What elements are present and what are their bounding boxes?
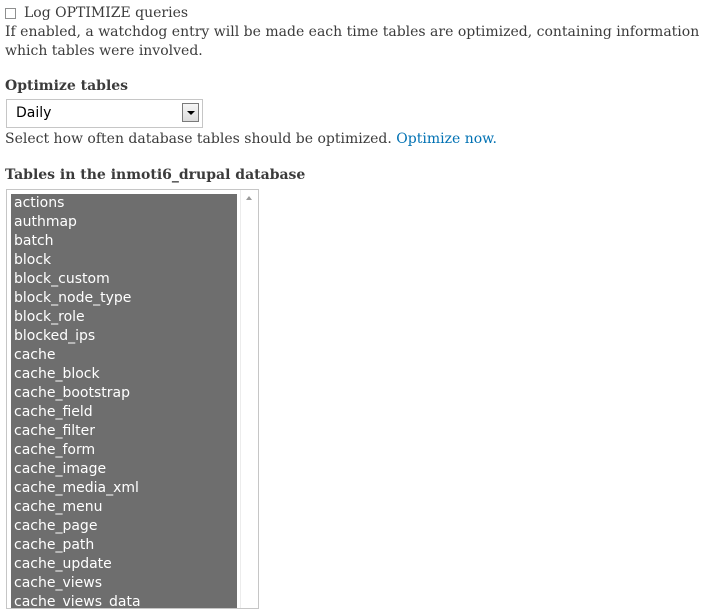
table-option[interactable]: cache_views_data <box>11 593 237 608</box>
table-option[interactable]: cache_menu <box>11 498 237 517</box>
log-queries-label[interactable]: Log OPTIMIZE queries <box>24 5 188 21</box>
table-option[interactable]: blocked_ips <box>11 327 237 346</box>
optimize-description: Select how often database tables should … <box>5 131 497 147</box>
table-option[interactable]: cache_views <box>11 574 237 593</box>
tables-options: actions authmap batch block block_custom bloc… <box>11 194 237 608</box>
table-option[interactable]: cache_update <box>11 555 237 574</box>
table-option[interactable]: cache_page <box>11 517 237 536</box>
scroll-up-icon[interactable] <box>246 196 252 200</box>
table-option[interactable]: block_role <box>11 308 237 327</box>
table-option[interactable]: cache_field <box>11 403 237 422</box>
table-option[interactable]: block_node_type <box>11 289 237 308</box>
optimize-frequency-value: Daily <box>16 105 52 121</box>
table-option[interactable]: cache_bootstrap <box>11 384 237 403</box>
table-option[interactable]: cache_form <box>11 441 237 460</box>
table-option[interactable]: cache_block <box>11 365 237 384</box>
table-option[interactable]: actions <box>11 194 237 213</box>
dropdown-arrow-icon[interactable] <box>182 103 199 122</box>
table-option[interactable]: cache <box>11 346 237 365</box>
tables-heading: Tables in the inmoti6_drupal database <box>5 167 306 183</box>
table-option[interactable]: block <box>11 251 237 270</box>
listbox-scrollbar[interactable] <box>240 190 258 608</box>
optimize-frequency-select[interactable]: Daily <box>6 99 203 128</box>
table-option[interactable]: cache_filter <box>11 422 237 441</box>
log-queries-checkbox[interactable] <box>5 7 16 19</box>
table-option[interactable]: authmap <box>11 213 237 232</box>
table-option[interactable]: cache_path <box>11 536 237 555</box>
log-queries-description: If enabled, a watchdog entry will be mad… <box>5 24 700 59</box>
log-queries-row: Log OPTIMIZE queries <box>5 4 188 22</box>
optimize-now-link[interactable]: Optimize now. <box>396 131 497 147</box>
table-option[interactable]: block_custom <box>11 270 237 289</box>
table-option[interactable]: batch <box>11 232 237 251</box>
table-option[interactable]: cache_media_xml <box>11 479 237 498</box>
table-option[interactable]: cache_image <box>11 460 237 479</box>
optimize-description-text: Select how often database tables should … <box>5 131 392 147</box>
optimize-tables-heading: Optimize tables <box>5 78 129 94</box>
tables-listbox[interactable]: actions authmap batch block block_custom bloc… <box>6 189 259 609</box>
